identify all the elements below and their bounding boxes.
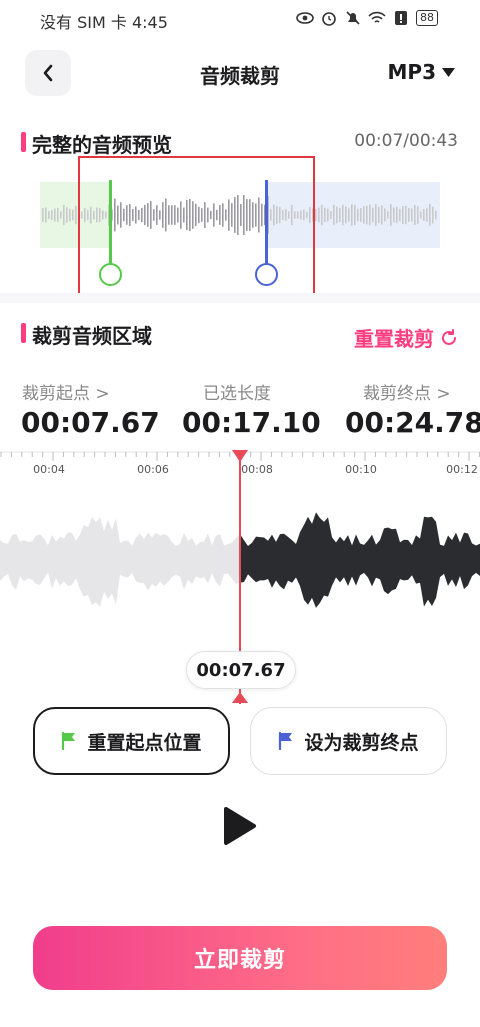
timeline-tick-label: 00:12 [446, 463, 478, 476]
status-bar: 没有 SIM 卡 4:45 88 [0, 0, 480, 38]
preview-title: 完整的音频预览 [32, 133, 172, 157]
status-carrier-time: 没有 SIM 卡 4:45 [40, 13, 168, 32]
alert-icon [392, 9, 410, 27]
eye-icon [296, 9, 314, 27]
section-accent-bar [21, 132, 26, 152]
timeline-tick-label: 00:06 [137, 463, 169, 476]
caret-down-icon [442, 67, 455, 77]
selected-length-value: 00:17.10 [182, 406, 321, 439]
start-point-link[interactable]: 裁剪起点 > [22, 379, 110, 404]
reset-start-button[interactable]: 重置起点位置 [33, 707, 230, 775]
trim-now-label: 立即裁剪 [193, 948, 286, 973]
mute-icon [344, 9, 362, 27]
set-end-label: 设为裁剪终点 [304, 731, 419, 754]
section-accent-bar [21, 323, 26, 343]
selected-length-label: 已选长度 [203, 384, 271, 404]
selection-highlight-box [78, 156, 315, 302]
wifi-icon [368, 9, 386, 27]
timeline-tick-label: 00:08 [241, 463, 273, 476]
start-point-value: 00:07.67 [21, 406, 160, 439]
playhead-bottom-marker[interactable] [232, 692, 248, 703]
preview-time: 00:07/00:43 [354, 131, 458, 151]
play-icon[interactable] [222, 806, 258, 846]
end-point-value: 00:24.78 [345, 406, 480, 439]
status-icons: 88 [296, 9, 438, 27]
battery-level: 88 [416, 10, 438, 26]
alarm-icon [320, 9, 338, 27]
format-select[interactable]: MP3 [388, 60, 455, 84]
reset-start-label: 重置起点位置 [87, 731, 202, 754]
trim-now-button[interactable]: 立即裁剪 [33, 926, 447, 990]
timeline-tick-label: 00:10 [345, 463, 377, 476]
format-value: MP3 [387, 60, 436, 84]
timeline-tick-label: 00:04 [33, 463, 65, 476]
green-flag-icon [62, 731, 76, 751]
refresh-icon [442, 328, 456, 345]
reset-trim-button[interactable]: 重置裁剪 [354, 323, 458, 352]
reset-trim-label: 重置裁剪 [354, 327, 434, 351]
section-divider [0, 293, 480, 303]
playhead-time-bubble: 00:07.67 [186, 651, 296, 689]
trim-title: 裁剪音频区域 [32, 324, 152, 348]
set-end-button[interactable]: 设为裁剪终点 [250, 707, 447, 775]
end-point-link[interactable]: 裁剪终点 > [363, 379, 451, 404]
blue-flag-icon [279, 731, 293, 751]
